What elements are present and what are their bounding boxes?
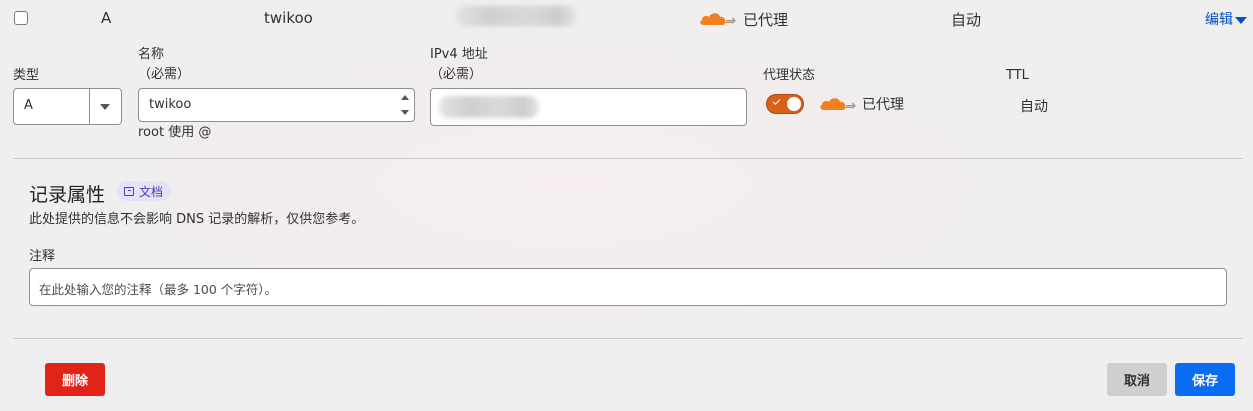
row-content-redacted [455,6,577,26]
type-select[interactable]: A [13,88,122,125]
comment-label: 注释 [29,249,56,264]
row-select-checkbox[interactable] [14,11,28,25]
name-input[interactable]: twikoo [138,88,415,122]
toggle-knob [787,97,801,111]
footer-divider [13,338,1243,339]
chevron-down-icon[interactable] [100,104,110,110]
proxy-status-value: 已代理 [862,97,904,113]
name-required-label: （必需） [138,67,191,82]
comment-placeholder: 在此处输入您的注释（最多 100 个字符）。 [39,282,278,297]
delete-button[interactable]: 删除 [45,363,105,396]
caret-down-icon [1235,16,1247,24]
edit-toggle-link[interactable]: 编辑 [1205,9,1247,29]
ipv4-required-label: （必需） [430,67,483,82]
row-type: A [101,9,112,27]
name-input-value: twikoo [149,97,192,112]
row-proxy-status: 已代理 [743,11,789,29]
proxied-cloud-icon [700,13,736,25]
external-doc-icon [124,186,134,196]
select-divider [89,89,90,124]
save-button[interactable]: 保存 [1175,363,1235,396]
proxy-status-label: 代理状态 [763,68,816,83]
record-attributes-description: 此处提供的信息不会影响 DNS 记录的解析，仅供您参考。 [29,212,365,227]
type-select-value: A [24,98,33,113]
cancel-button[interactable]: 取消 [1107,363,1167,396]
section-divider [13,158,1243,159]
record-attributes-title: 记录属性 [29,184,106,206]
ipv4-value-redacted [439,96,539,118]
type-label: 类型 [13,68,40,83]
comment-input[interactable]: 在此处输入您的注释（最多 100 个字符）。 [29,268,1227,306]
documentation-link[interactable]: 文档 [117,181,172,201]
edit-label: 编辑 [1205,12,1233,28]
proxy-status-toggle[interactable] [766,94,804,114]
check-icon [772,97,781,105]
spin-up-icon[interactable] [401,95,409,100]
ipv4-input[interactable] [430,88,747,126]
documentation-label: 文档 [139,184,164,199]
ipv4-label: IPv4 地址 [430,47,488,62]
name-hint: root 使用 @ [138,125,212,140]
row-ttl: 自动 [951,11,982,29]
row-name: twikoo [264,9,313,27]
ttl-value: 自动 [1020,99,1048,115]
ttl-label: TTL [1006,68,1029,83]
name-label: 名称 [138,47,165,62]
proxied-cloud-icon [820,98,856,110]
name-spinner[interactable] [401,92,409,118]
spin-down-icon[interactable] [401,110,409,115]
